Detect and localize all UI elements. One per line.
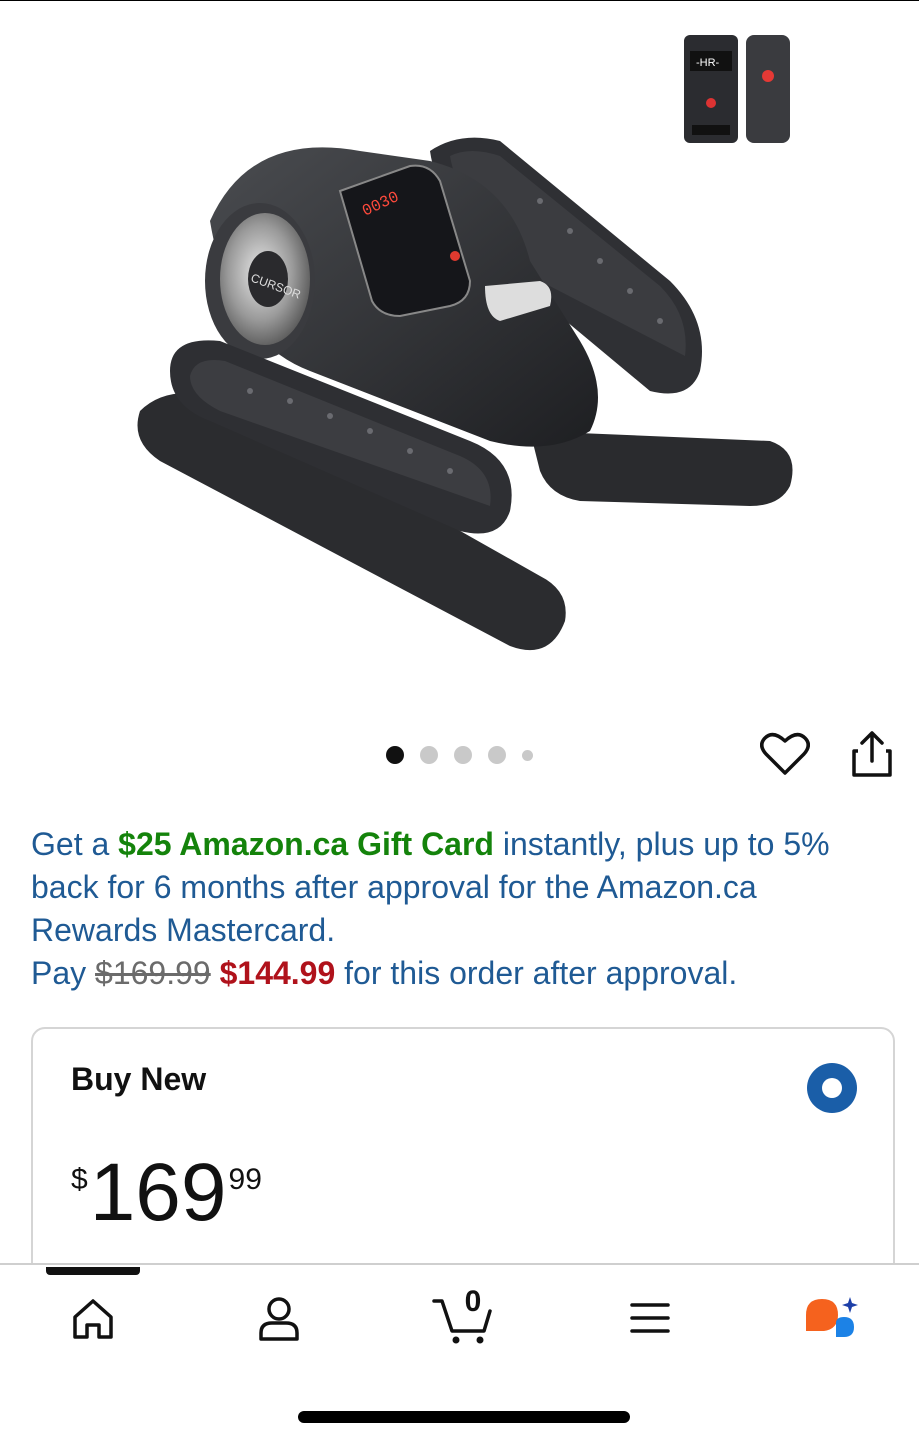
- rufus-icon[interactable]: [800, 1293, 864, 1345]
- cart-count-badge: 0: [464, 1285, 482, 1318]
- carousel-dot-5[interactable]: [522, 749, 533, 761]
- buy-new-radio[interactable]: [807, 1063, 857, 1113]
- promo-text: Get a: [31, 826, 119, 862]
- carousel-dot-3[interactable]: [454, 746, 472, 764]
- credit-card-promo[interactable]: Get a $25 Amazon.ca Gift Card instantly,…: [31, 823, 871, 995]
- carousel-dot-1[interactable]: [386, 746, 404, 764]
- original-price: $169.99: [95, 955, 211, 991]
- price-whole: 169: [89, 1147, 227, 1238]
- buy-new-option[interactable]: Buy New $ 169 99: [31, 1027, 895, 1287]
- product-image[interactable]: CURSOR 0030: [110, 111, 810, 671]
- buy-new-price: $ 169 99: [71, 1147, 262, 1239]
- remote-display-label: -HR-: [696, 57, 720, 69]
- buy-new-title: Buy New: [71, 1061, 207, 1097]
- menu-icon[interactable]: [628, 1295, 672, 1341]
- heart-icon[interactable]: [760, 731, 810, 777]
- account-icon[interactable]: [256, 1295, 302, 1341]
- share-icon[interactable]: [850, 729, 894, 779]
- gift-card-offer: $25 Amazon.ca Gift Card: [118, 826, 494, 862]
- carousel-dot-2[interactable]: [420, 746, 438, 764]
- discounted-price: $144.99: [219, 955, 336, 991]
- price-symbol: $: [71, 1163, 88, 1196]
- price-fraction: 99: [228, 1163, 262, 1196]
- carousel-dot-4[interactable]: [488, 746, 506, 764]
- remote-thumbnail[interactable]: -HR-: [680, 31, 795, 146]
- product-image-gallery[interactable]: CURSOR 0030 -HR-: [0, 1, 919, 721]
- pay-suffix: for this order after approval.: [335, 955, 738, 991]
- pay-label: Pay: [31, 955, 96, 991]
- active-tab-indicator: [46, 1267, 140, 1275]
- image-carousel-dots[interactable]: [386, 745, 533, 765]
- home-indicator: [298, 1411, 630, 1423]
- home-icon[interactable]: [70, 1295, 116, 1341]
